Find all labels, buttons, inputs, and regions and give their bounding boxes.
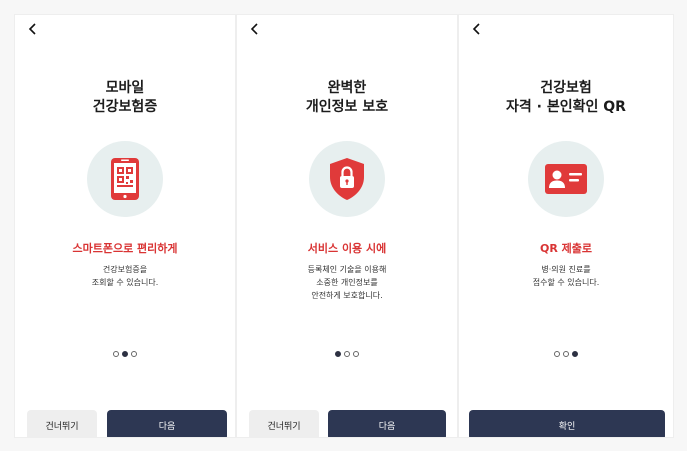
feature-illustration [528, 141, 604, 217]
onboarding-screen-privacy: 완벽한 개인정보 보호 서비스 이용 시에 등록체인 기술을 이용해 소중한 개… [236, 14, 458, 438]
page-dot-active[interactable] [335, 351, 341, 357]
description-line: 조회할 수 있습니다. [91, 278, 159, 287]
page-indicator [237, 351, 457, 357]
screen-title: 건강보험 자격 · 본인확인 QR [459, 79, 673, 117]
description-line: 소중한 개인정보를 [316, 278, 378, 287]
title-line: 건강보험증 [92, 99, 158, 115]
skip-button[interactable]: 건너뛰기 [249, 410, 319, 437]
description-line: 등록체인 기술을 이용해 [307, 265, 387, 274]
title-line: 개인정보 보호 [305, 99, 389, 115]
screen-title: 모바일 건강보험증 [15, 79, 235, 117]
id-card-icon [545, 164, 587, 194]
onboarding-screens: 모바일 건강보험증 스마트폰으로 편리하게 건강보험증을 조회할 수 있습니다. [0, 0, 687, 451]
onboarding-screen-qr: 건강보험 자격 · 본인확인 QR QR 제출로 병·의원 진료를 접수할 수 … [458, 14, 674, 438]
title-line: 모바일 [105, 80, 145, 96]
feature-description: 건강보험증을 조회할 수 있습니다. [15, 263, 235, 289]
smartphone-qr-icon [111, 158, 139, 200]
feature-illustration [87, 141, 163, 217]
title-line: 건강보험 [540, 80, 592, 96]
screen-title: 완벽한 개인정보 보호 [237, 79, 457, 117]
page-dot-active[interactable] [122, 351, 128, 357]
back-arrow-icon[interactable] [245, 19, 265, 39]
page-indicator [459, 351, 673, 357]
next-button[interactable]: 다음 [328, 410, 446, 437]
feature-subtitle: 서비스 이용 시에 [307, 242, 387, 255]
onboarding-screen-mobile-card: 모바일 건강보험증 스마트폰으로 편리하게 건강보험증을 조회할 수 있습니다. [14, 14, 236, 438]
page-dot-active[interactable] [572, 351, 578, 357]
skip-button[interactable]: 건너뛰기 [27, 410, 97, 437]
description-line: 병·의원 진료를 [541, 265, 591, 274]
page-dot[interactable] [344, 351, 350, 357]
feature-subtitle: QR 제출로 [539, 242, 592, 255]
page-dot[interactable] [131, 351, 137, 357]
shield-lock-icon [330, 158, 364, 200]
description-line: 접수할 수 있습니다. [532, 278, 600, 287]
description-line: 건강보험증을 [102, 265, 148, 274]
description-line: 안전하게 보호합니다. [311, 291, 383, 300]
feature-description: 병·의원 진료를 접수할 수 있습니다. [459, 263, 673, 289]
page-dot[interactable] [554, 351, 560, 357]
feature-subtitle: 스마트폰으로 편리하게 [72, 242, 178, 255]
back-arrow-icon[interactable] [23, 19, 43, 39]
feature-description: 등록체인 기술을 이용해 소중한 개인정보를 안전하게 보호합니다. [237, 263, 457, 302]
page-indicator [15, 351, 235, 357]
page-dot[interactable] [353, 351, 359, 357]
next-button[interactable]: 다음 [107, 410, 227, 437]
page-dot[interactable] [113, 351, 119, 357]
title-line: 완벽한 [327, 80, 367, 96]
confirm-button[interactable]: 확인 [469, 410, 665, 437]
feature-illustration [309, 141, 385, 217]
page-dot[interactable] [563, 351, 569, 357]
title-line: 자격 · 본인확인 QR [506, 99, 626, 115]
back-arrow-icon[interactable] [467, 19, 487, 39]
